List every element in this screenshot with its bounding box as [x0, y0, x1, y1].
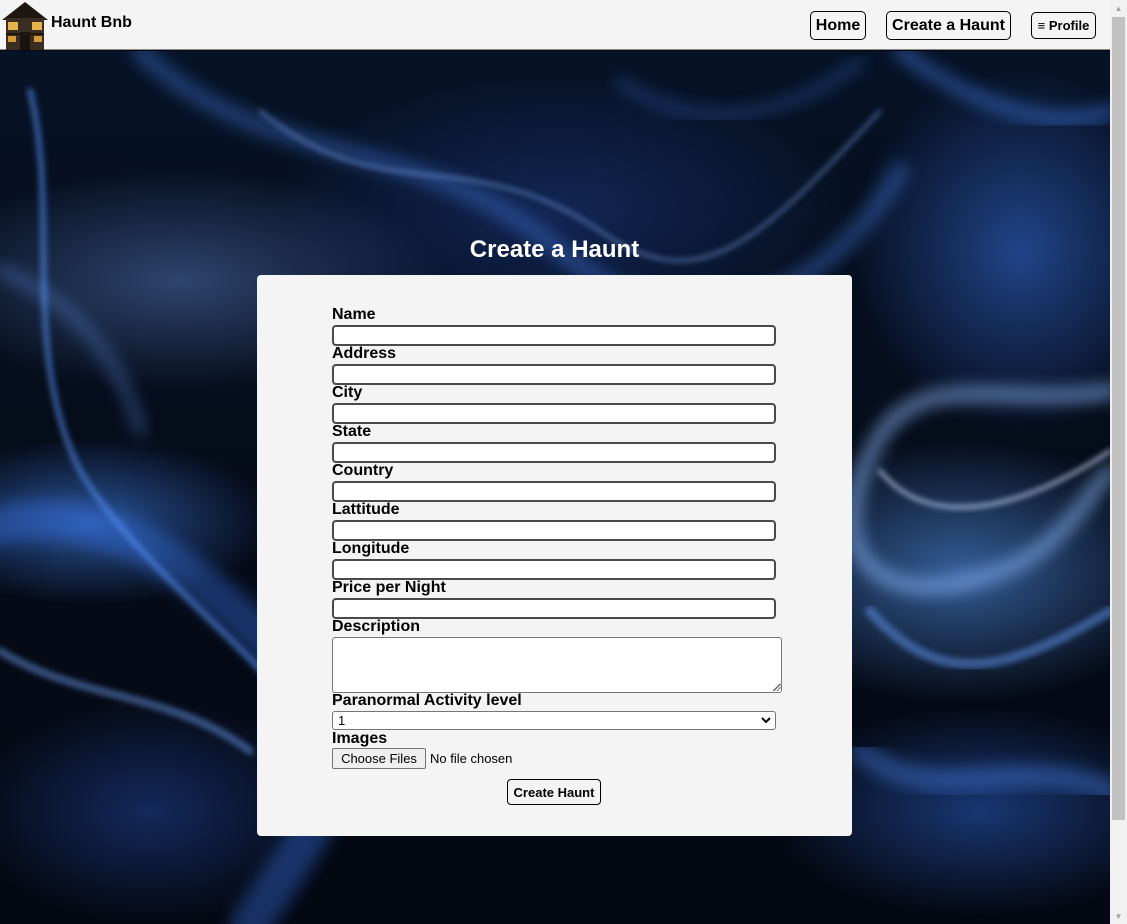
- country-label: Country: [332, 462, 394, 479]
- activity-level-label: Paranormal Activity level: [332, 692, 522, 709]
- activity-level-value: 1: [338, 713, 346, 728]
- create-haunt-form: Name Address City State Country Lattitud…: [257, 275, 852, 836]
- home-logo-link[interactable]: Haunt Bnb: [0, 0, 132, 50]
- file-status-text: No file chosen: [430, 751, 513, 766]
- longitude-input[interactable]: [332, 559, 776, 580]
- chevron-down-icon: [761, 717, 771, 724]
- price-label: Price per Night: [332, 579, 446, 596]
- description-label: Description: [332, 618, 421, 635]
- name-label: Name: [332, 306, 376, 323]
- vertical-scrollbar[interactable]: ▲ ▼: [1110, 0, 1127, 924]
- choose-files-button[interactable]: Choose Files: [332, 748, 426, 769]
- latitude-input[interactable]: [332, 520, 776, 541]
- create-haunt-nav-button[interactable]: Create a Haunt: [886, 11, 1011, 40]
- city-label: City: [332, 384, 363, 401]
- create-haunt-submit-button[interactable]: Create Haunt: [507, 779, 601, 805]
- home-button[interactable]: Home: [810, 11, 866, 40]
- profile-menu-button[interactable]: ≡ Profile: [1031, 12, 1096, 39]
- state-label: State: [332, 423, 372, 440]
- longitude-label: Longitude: [332, 540, 410, 557]
- address-input[interactable]: [332, 364, 776, 385]
- name-input[interactable]: [332, 325, 776, 346]
- brand-name: Haunt Bnb: [51, 14, 132, 31]
- address-label: Address: [332, 345, 397, 362]
- scroll-down-arrow-icon[interactable]: ▼: [1110, 908, 1127, 924]
- activity-level-select[interactable]: 1: [332, 711, 776, 730]
- description-textarea[interactable]: [332, 637, 782, 693]
- state-input[interactable]: [332, 442, 776, 463]
- city-input[interactable]: [332, 403, 776, 424]
- haunted-house-icon: [2, 2, 48, 50]
- top-navbar: Haunt Bnb Home Create a Haunt ≡ Profile: [0, 0, 1110, 50]
- page-title: Create a Haunt: [469, 236, 640, 263]
- scroll-up-arrow-icon[interactable]: ▲: [1110, 0, 1127, 16]
- country-input[interactable]: [332, 481, 776, 502]
- resize-grip-icon[interactable]: [774, 684, 781, 691]
- images-label: Images: [332, 730, 388, 747]
- scroll-thumb[interactable]: [1112, 17, 1125, 820]
- price-input[interactable]: [332, 598, 776, 619]
- latitude-label: Lattitude: [332, 501, 400, 518]
